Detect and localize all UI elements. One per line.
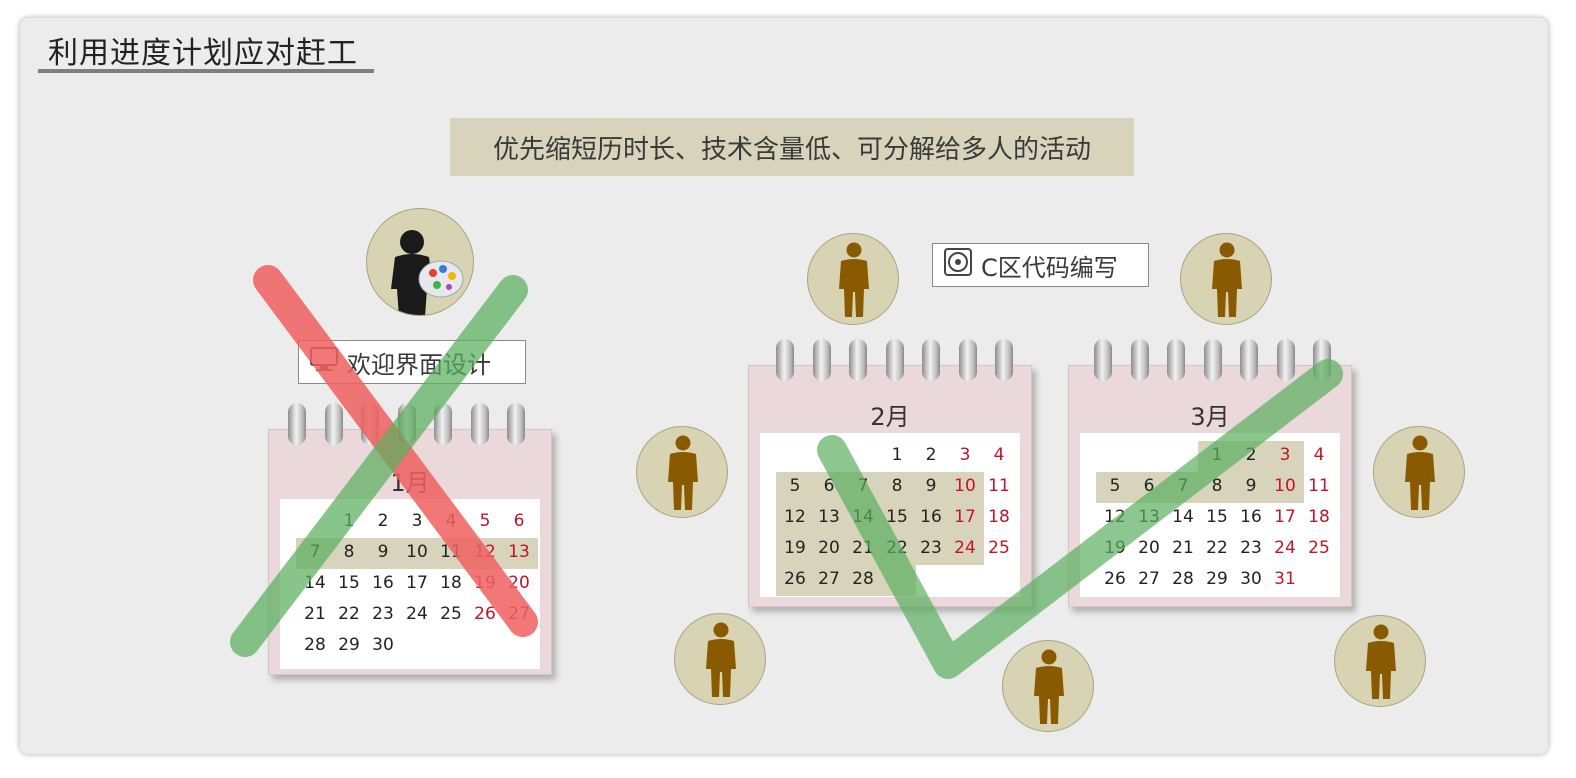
marks-overlay bbox=[230, 265, 1343, 679]
slide: 利用进度计划应对赶工 优先缩短历时长、技术含量低、可分解给多人的活动 欢迎界面设… bbox=[20, 18, 1548, 754]
check-mark-stroke bbox=[230, 275, 528, 657]
check-mark-stroke bbox=[817, 359, 1343, 679]
